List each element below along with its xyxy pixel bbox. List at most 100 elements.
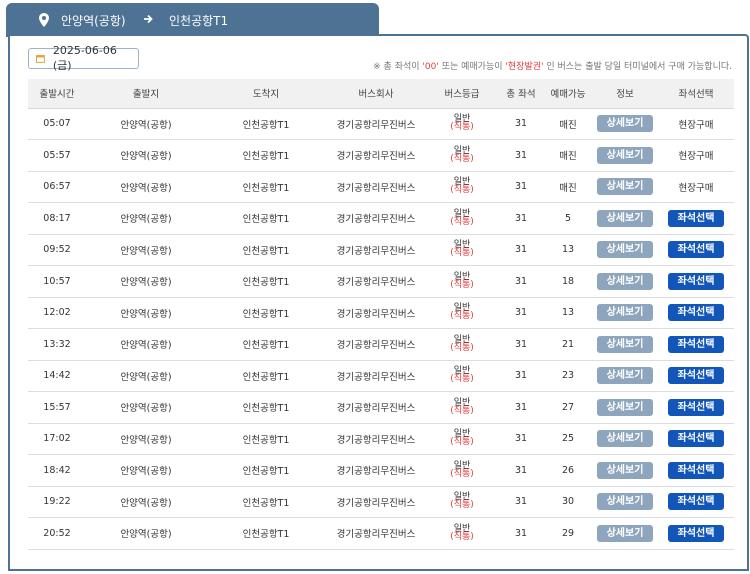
cell-bus-company: 경기공항리무진버스 [326,108,426,140]
cell-destination: 인천공항T1 [206,328,326,361]
cell-bus-company: 경기공항리무진버스 [326,486,426,518]
grade-sub: (직통) [450,374,474,385]
header-destination: 도착지 [206,79,326,109]
cell-bus-grade: 일반 (직통) [426,265,498,298]
cell-available: 5 [544,202,592,235]
cell-destination: 인천공항T1 [206,297,326,329]
arrow-right-icon [144,14,153,24]
cell-destination: 인천공항T1 [206,234,326,266]
cell-bus-grade: 일반 (직통) [426,171,498,203]
seat-select-button[interactable]: 좌석선택 [668,272,724,290]
cell-available: 29 [544,517,592,550]
cell-departure-time: 05:07 [28,108,86,140]
cell-bus-grade: 일반 (직통) [426,234,498,266]
cell-bus-grade: 일반 (직통) [426,297,498,329]
cell-seat-select: 좌석선택 [658,454,734,487]
cell-bus-company: 경기공항리무진버스 [326,297,426,329]
cell-seat-select: 좌석선택 [658,486,734,518]
cell-departure-time: 13:32 [28,328,86,361]
cell-origin: 안양역(공항) [86,234,206,266]
cell-total-seats: 31 [498,202,544,235]
seat-select-button[interactable]: 좌석선택 [668,493,724,511]
seat-select-button[interactable]: 좌석선택 [668,398,724,416]
table-row: 10:57 안양역(공항) 인천공항T1 경기공항리무진버스 일반 (직통) 31 18 상세보… [28,265,734,298]
schedule-table: 출발시간 출발지 도착지 버스회사 버스등급 총 좌석 예매가능 정보 좌석선택… [28,79,734,550]
cell-total-seats: 31 [498,486,544,518]
detail-button[interactable]: 상세보기 [597,146,653,164]
detail-button[interactable]: 상세보기 [597,335,653,353]
detail-button[interactable]: 상세보기 [597,241,653,259]
cell-bus-grade: 일반 (직통) [426,486,498,518]
detail-button[interactable]: 상세보기 [597,209,653,227]
cell-info: 상세보기 [592,486,658,518]
detail-button[interactable]: 상세보기 [597,272,653,290]
cell-seat-select: 좌석선택 [658,391,734,424]
onsite-purchase-label: 현장구매 [678,182,714,194]
date-picker[interactable]: 2025-06-06 (금) [28,44,139,72]
detail-button[interactable]: 상세보기 [597,367,653,385]
cell-origin: 안양역(공항) [86,171,206,203]
cell-bus-company: 경기공항리무진버스 [326,202,426,235]
cell-total-seats: 31 [498,328,544,361]
detail-button[interactable]: 상세보기 [597,493,653,511]
cell-info: 상세보기 [592,265,658,298]
cell-departure-time: 20:52 [28,517,86,550]
grade-sub: (직통) [450,122,474,133]
seat-select-button[interactable]: 좌석선택 [668,367,724,385]
grade-sub: (직통) [450,311,474,322]
seat-select-button[interactable]: 좌석선택 [668,335,724,353]
detail-button[interactable]: 상세보기 [597,398,653,416]
grade-sub: (직통) [450,216,474,227]
cell-seat-select: 현장구매 [658,171,734,203]
cell-info: 상세보기 [592,139,658,172]
detail-button[interactable]: 상세보기 [597,304,653,322]
seat-select-button[interactable]: 좌석선택 [668,209,724,227]
cell-available: 25 [544,423,592,455]
cell-total-seats: 31 [498,517,544,550]
cell-total-seats: 31 [498,108,544,140]
cell-origin: 안양역(공항) [86,139,206,172]
cell-available: 23 [544,360,592,392]
cell-bus-grade: 일반 (직통) [426,139,498,172]
header-bus-company: 버스회사 [326,79,426,109]
cell-info: 상세보기 [592,454,658,487]
cell-destination: 인천공항T1 [206,423,326,455]
seat-select-button[interactable]: 좌석선택 [668,241,724,259]
table-row: 06:57 안양역(공항) 인천공항T1 경기공항리무진버스 일반 (직통) 31 매진 상세보… [28,171,734,203]
cell-info: 상세보기 [592,360,658,392]
cell-destination: 인천공항T1 [206,360,326,392]
cell-bus-company: 경기공항리무진버스 [326,423,426,455]
seat-select-button[interactable]: 좌석선택 [668,524,724,542]
seat-select-button[interactable]: 좌석선택 [668,304,724,322]
cell-available: 21 [544,328,592,361]
cell-info: 상세보기 [592,108,658,140]
cell-seat-select: 좌석선택 [658,265,734,298]
table-row: 05:07 안양역(공항) 인천공항T1 경기공항리무진버스 일반 (직통) 31 매진 상세보… [28,108,734,140]
table-row: 15:57 안양역(공항) 인천공항T1 경기공항리무진버스 일반 (직통) 31 27 상세보… [28,391,734,424]
cell-seat-select: 좌석선택 [658,360,734,392]
cell-destination: 인천공항T1 [206,454,326,487]
cell-available: 13 [544,297,592,329]
detail-button[interactable]: 상세보기 [597,178,653,196]
cell-origin: 안양역(공항) [86,108,206,140]
detail-button[interactable]: 상세보기 [597,115,653,133]
header-info: 정보 [592,79,658,109]
cell-destination: 인천공항T1 [206,171,326,203]
detail-button[interactable]: 상세보기 [597,430,653,448]
detail-button[interactable]: 상세보기 [597,524,653,542]
cell-seat-select: 좌석선택 [658,423,734,455]
table-row: 17:02 안양역(공항) 인천공항T1 경기공항리무진버스 일반 (직통) 31 25 상세보… [28,423,734,455]
detail-button[interactable]: 상세보기 [597,461,653,479]
grade-sub: (직통) [450,531,474,542]
seat-select-button[interactable]: 좌석선택 [668,461,724,479]
route-departure: 안양역(공항) [61,14,126,28]
cell-destination: 인천공항T1 [206,486,326,518]
seat-select-button[interactable]: 좌석선택 [668,430,724,448]
cell-info: 상세보기 [592,328,658,361]
header-available: 예매가능 [544,79,592,109]
cell-departure-time: 09:52 [28,234,86,266]
cell-departure-time: 18:42 [28,454,86,487]
cell-bus-company: 경기공항리무진버스 [326,265,426,298]
cell-total-seats: 31 [498,265,544,298]
cell-bus-company: 경기공항리무진버스 [326,139,426,172]
